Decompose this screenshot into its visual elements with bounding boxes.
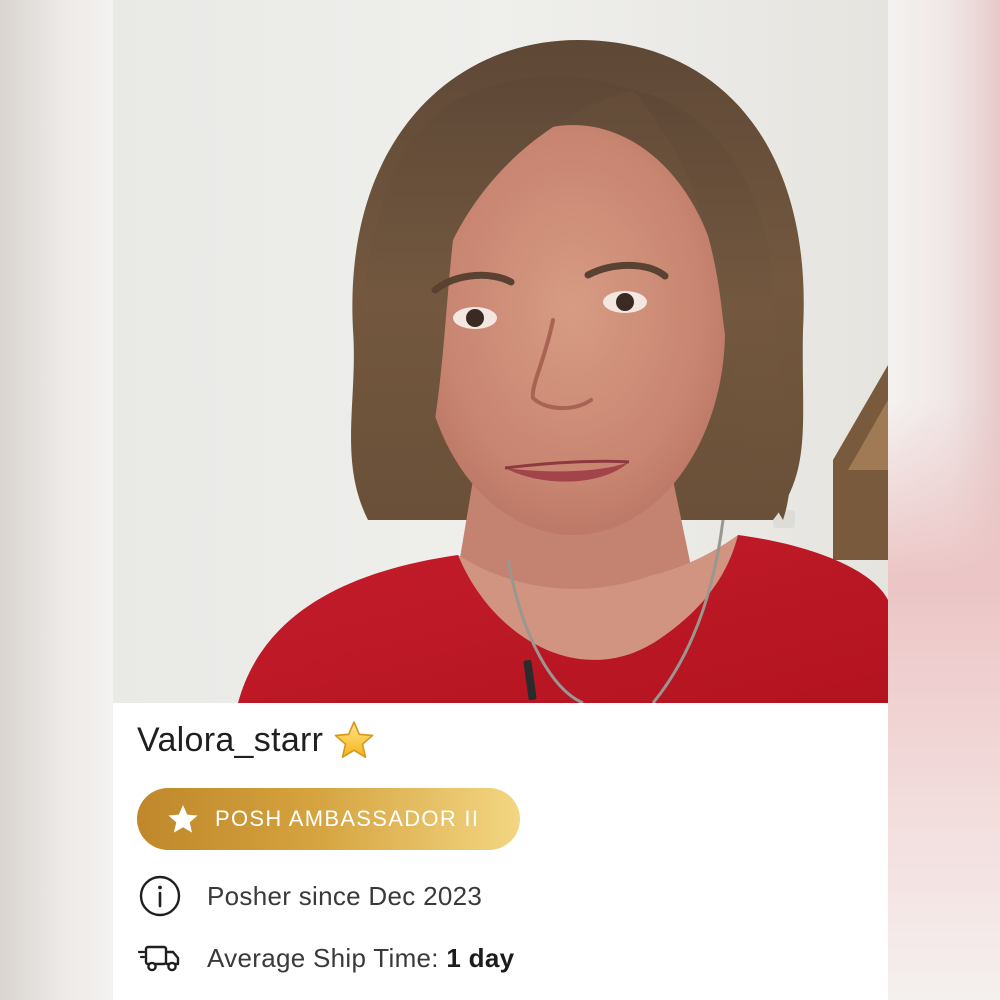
posher-since-row: Posher since Dec 2023	[137, 873, 482, 919]
ship-time-label: Average Ship Time:	[207, 942, 447, 973]
ship-time-value: 1 day	[446, 942, 515, 973]
posher-since-text: Posher since Dec 2023	[207, 880, 483, 911]
info-icon	[139, 875, 181, 917]
star-icon	[168, 805, 198, 833]
truck-icon	[137, 945, 180, 972]
ambassador-badge[interactable]: POSH AMBASSADOR II	[137, 788, 520, 850]
seller-profile-card: Valora_starr POSH AMBASSADOR II Posher s…	[113, 0, 888, 1000]
blurred-backdrop	[888, 400, 1000, 1000]
ship-time-row: Average Ship Time: 1 day	[137, 935, 514, 981]
badge-label: POSH AMBASSADOR II	[215, 806, 480, 831]
username[interactable]: Valora_starr	[137, 721, 323, 760]
ship-time-text: Average Ship Time: 1 day	[207, 943, 514, 974]
profile-info-section: Valora_starr POSH AMBASSADOR II Posher s…	[113, 703, 888, 1000]
profile-photo	[113, 0, 888, 703]
star-emoji-icon	[334, 721, 374, 758]
username-row: Valora_starr	[137, 717, 375, 763]
